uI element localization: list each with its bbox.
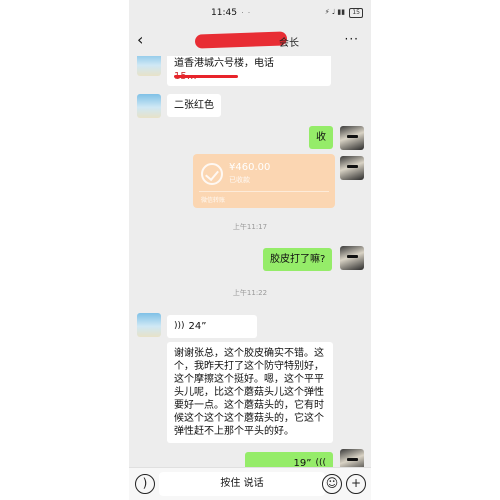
message-address[interactable]: 道香港城六号楼，电话 15… — [167, 56, 331, 86]
status-right: ⚡ ♩ ▮▮ 15 — [325, 8, 363, 18]
redaction-scribble — [194, 31, 288, 49]
contact-avatar[interactable] — [137, 94, 161, 118]
input-bar: ) 按住 说话 ☺ + — [129, 467, 371, 500]
transfer-divider — [199, 191, 329, 192]
voice-duration: 24” — [188, 321, 207, 332]
status-bar: 11:45 · · · ⚡ ♩ ▮▮ 15 — [129, 0, 371, 24]
message-two-red[interactable]: 二张红色 — [167, 94, 221, 117]
voice-message-incoming[interactable]: ))) 24” — [167, 315, 257, 338]
red-strike — [174, 75, 238, 78]
emoji-icon[interactable]: ☺ — [322, 474, 342, 494]
chat-area[interactable]: 道香港城六号楼，电话 15… 二张红色 收 ¥460.00 已收款 微信转账 上… — [129, 56, 371, 467]
chat-title: 会长 — [194, 31, 305, 49]
check-circle-icon — [201, 163, 223, 185]
voice-toggle-icon[interactable]: ) — [135, 474, 155, 494]
contact-avatar[interactable] — [137, 313, 161, 337]
timestamp: 上午11:22 — [232, 289, 268, 297]
voice-transcript[interactable]: 谢谢张总，这个胶皮确实不错。这个，我昨天打了这个防守特别好，这个摩擦这个挺好。嗯… — [167, 342, 333, 443]
transfer-footer: 微信转账 — [201, 197, 226, 204]
voice-wave-icon: ))) — [174, 321, 185, 331]
self-avatar[interactable] — [340, 246, 364, 270]
message-text: 道香港城六号楼，电话 — [174, 58, 274, 69]
message-received[interactable]: 收 — [309, 126, 333, 149]
status-time: 11:45 — [211, 8, 237, 18]
redacted-phone: 15… — [174, 70, 324, 82]
timestamp: 上午11:17 — [232, 223, 268, 231]
chat-title-text: 会长 — [279, 38, 299, 49]
back-chevron-icon[interactable]: ‹ — [137, 30, 143, 49]
self-avatar[interactable] — [340, 126, 364, 150]
voice-duration: 19” — [293, 458, 312, 467]
more-dots-icon[interactable]: ··· — [345, 32, 359, 46]
self-avatar[interactable] — [340, 156, 364, 180]
voice-wave-icon: ((( — [315, 458, 326, 467]
status-indicators: · · · — [235, 9, 252, 17]
signal-icons: ⚡ ♩ ▮▮ — [324, 8, 346, 16]
transfer-amount: ¥460.00 — [229, 162, 271, 173]
message-question[interactable]: 胶皮打了嘛? — [263, 248, 333, 271]
voice-toggle-glyph: ) — [142, 476, 148, 490]
hold-to-talk-button[interactable]: 按住 说话 — [159, 472, 325, 496]
transfer-state: 已收款 — [229, 176, 250, 184]
chat-header: ‹ 会长 ··· — [129, 24, 371, 56]
phone-screen: 11:45 · · · ⚡ ♩ ▮▮ 15 ‹ 会长 ··· 道香港城六号楼，电… — [129, 0, 371, 500]
contact-avatar[interactable] — [137, 56, 161, 76]
self-avatar[interactable] — [340, 449, 364, 467]
transfer-card[interactable]: ¥460.00 已收款 微信转账 — [193, 154, 335, 208]
voice-message-outgoing[interactable]: 19” ((( — [245, 452, 333, 467]
plus-icon[interactable]: + — [346, 474, 366, 494]
battery-icon: 15 — [349, 8, 363, 18]
